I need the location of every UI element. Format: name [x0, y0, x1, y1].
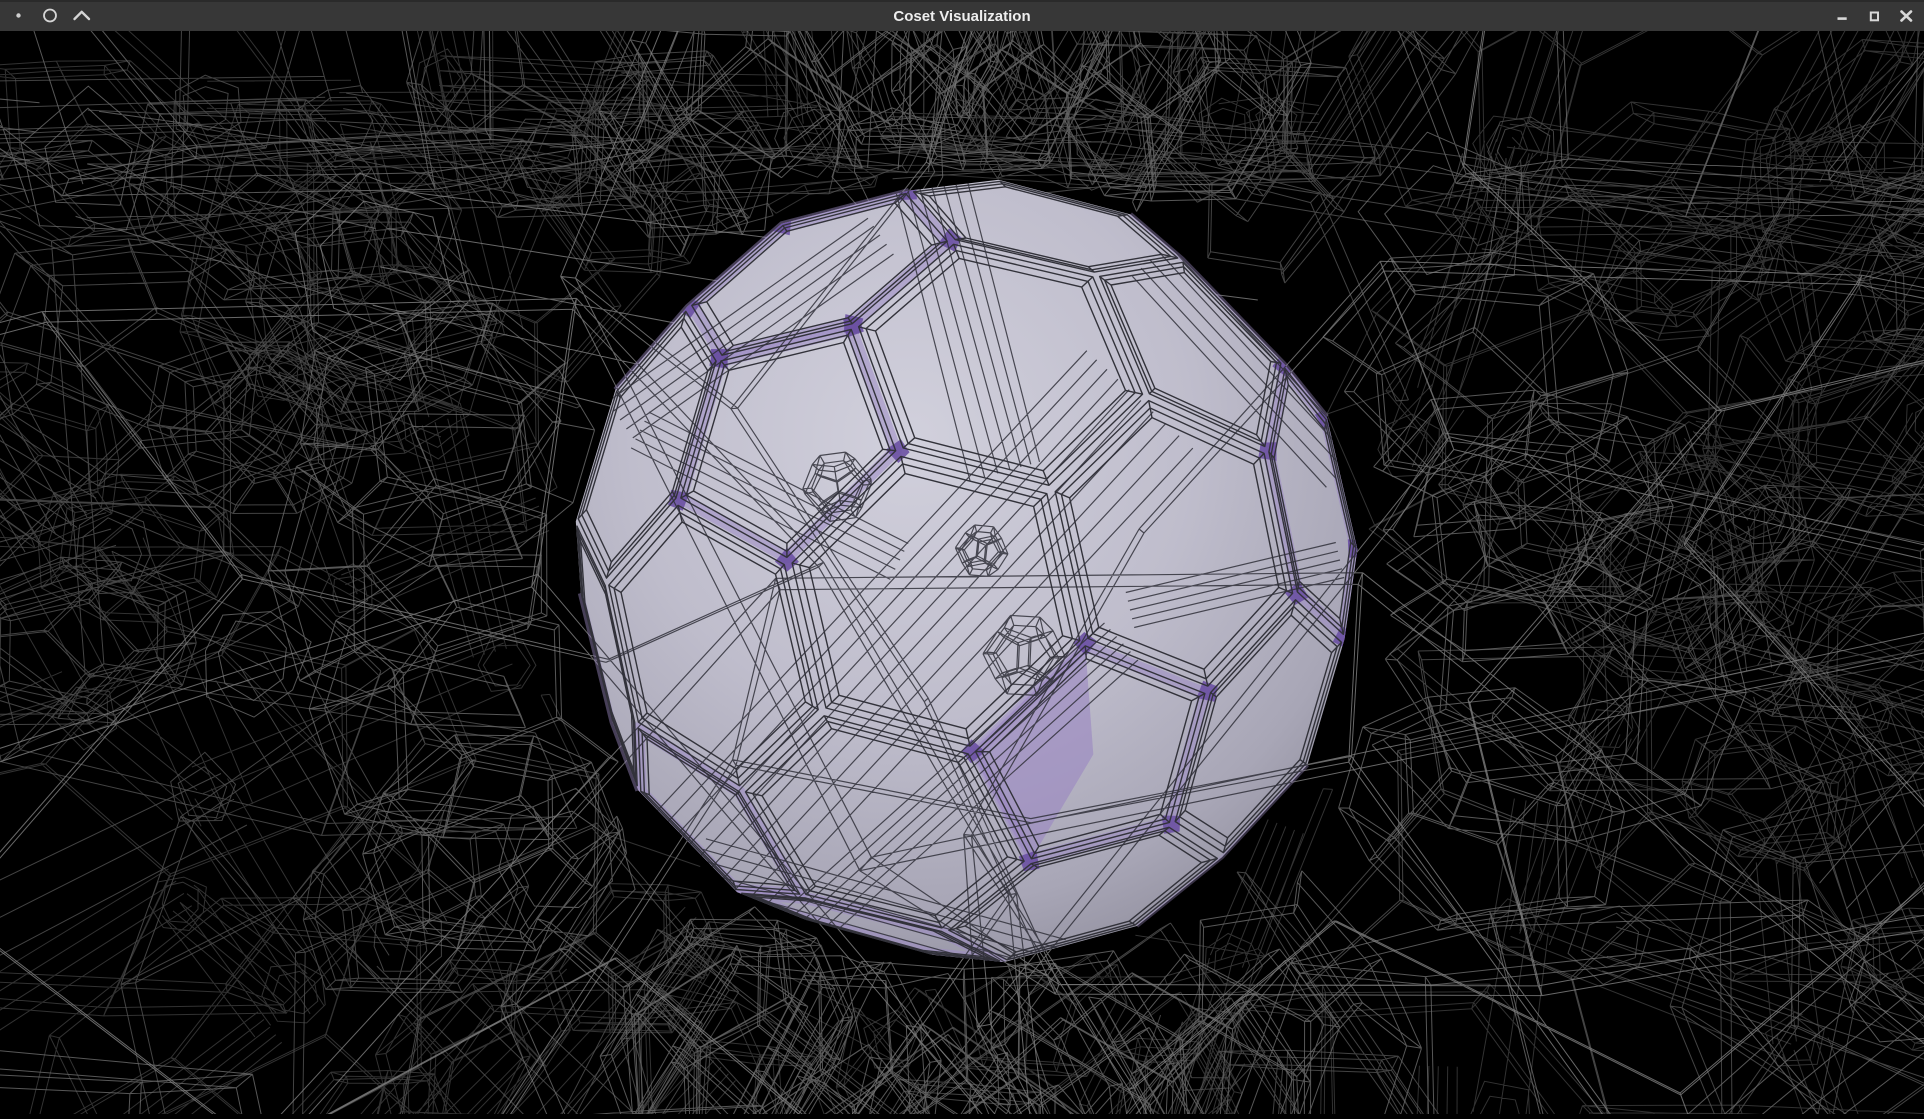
svg-text:Coset Visualization: Coset Visualization — [893, 8, 1030, 25]
